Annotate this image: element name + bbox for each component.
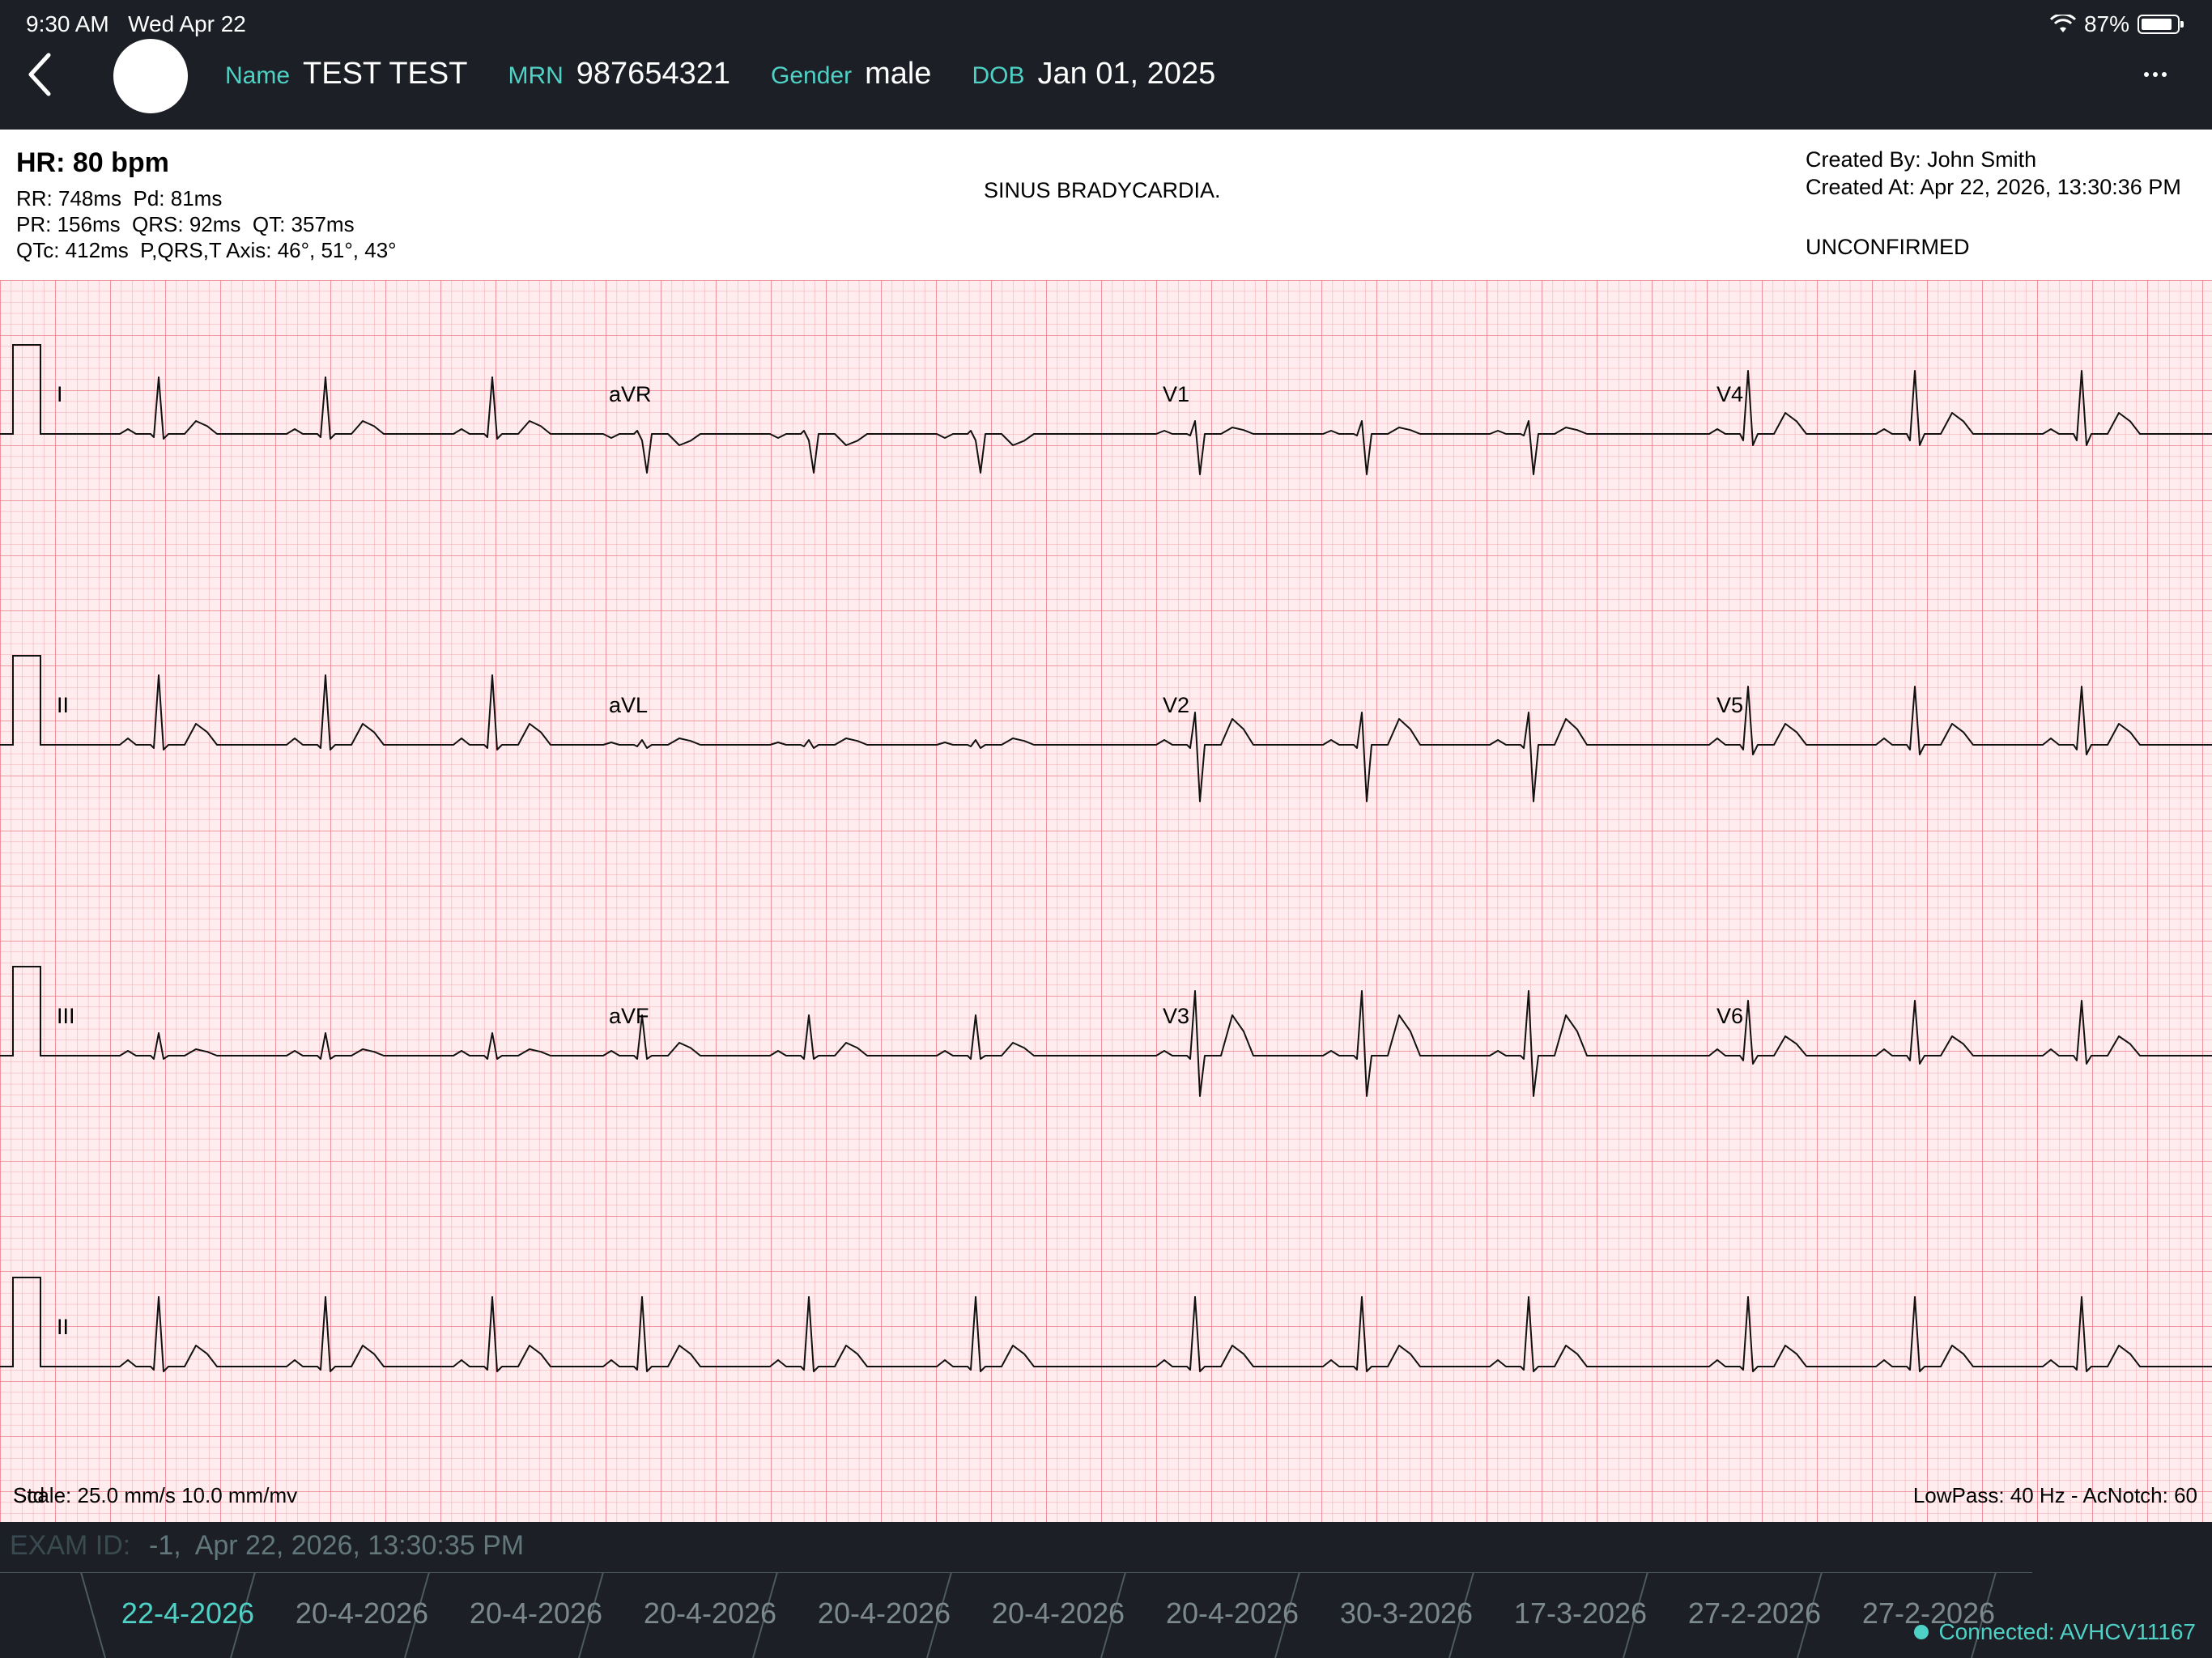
lead-label: V1	[1163, 382, 1190, 406]
tab-exam-date[interactable]: 20-4-2026	[1147, 1596, 1317, 1630]
dob-label: DOB	[972, 62, 1025, 89]
created-at: Created At: Apr 22, 2026, 13:30:36 PM	[1806, 175, 2181, 199]
filter-info: LowPass: 40 Hz - AcNotch: 60	[1912, 1483, 2197, 1507]
interpretation: SINUS BRADYCARDIA.	[984, 178, 1221, 202]
status-time: 9:30 AM Wed Apr 22	[26, 11, 246, 37]
patient-gender: male	[865, 57, 932, 91]
battery-icon	[2138, 15, 2184, 34]
lead-label: aVR	[609, 382, 652, 406]
measurements-line-3: QTc: 412ms P,QRS,T Axis: 46°, 51°, 43°	[16, 238, 397, 262]
lead-label: III	[57, 1004, 75, 1028]
exam-id-label: EXAM ID:	[10, 1530, 131, 1561]
patient-dob: Jan 01, 2025	[1037, 57, 1216, 91]
measurements-line-2: PR: 156ms QRS: 92ms QT: 357ms	[16, 212, 355, 236]
status-date: Wed Apr 22	[128, 11, 246, 36]
battery-percent: 87%	[2083, 11, 2129, 36]
lead-label: V5	[1716, 693, 1744, 717]
exam-id-value: -1, Apr 22, 2026, 13:30:35 PM	[149, 1530, 525, 1561]
confirmation-status: UNCONFIRMED	[1806, 235, 1970, 259]
tab-exam-date[interactable]: 20-4-2026	[451, 1596, 621, 1630]
tab-exam-date[interactable]: 17-3-2026	[1495, 1596, 1665, 1630]
created-by: Created By: John Smith	[1806, 147, 2037, 172]
top-bar: 9:30 AM Wed Apr 22 87% Name TEST TEST MR…	[0, 0, 2212, 130]
patient-mrn: 987654321	[576, 57, 730, 91]
exam-info-bar: EXAM ID: -1, Apr 22, 2026, 13:30:35 PM	[0, 1522, 2212, 1572]
lead-label: V6	[1716, 1004, 1744, 1028]
lead-label: V2	[1163, 693, 1190, 717]
tab-exam-date[interactable]: 22-4-2026	[103, 1596, 273, 1630]
patient-header: Name TEST TEST MRN 987654321 Gender male…	[225, 57, 1256, 91]
mrn-label: MRN	[508, 62, 564, 89]
measurements-line-1: RR: 748ms Pd: 81ms	[16, 186, 223, 210]
lead-label: I	[57, 382, 63, 406]
exam-history-tabs: 22-4-2026 20-4-2026 20-4-2026 20-4-2026 …	[0, 1572, 2212, 1658]
connection-label: Connected: AVHCV11167	[1938, 1619, 2196, 1644]
tab-exam-date[interactable]: 20-4-2026	[799, 1596, 969, 1630]
more-options-icon[interactable]	[2144, 66, 2172, 77]
connection-dot-icon	[1914, 1625, 1929, 1639]
gender-label: Gender	[771, 62, 853, 89]
tab-exam-date[interactable]: 27-2-2026	[1670, 1596, 1840, 1630]
connection-status: Connected: AVHCV11167	[1914, 1619, 2196, 1645]
tab-exam-date[interactable]: 30-3-2026	[1321, 1596, 1491, 1630]
lead-label: II	[57, 693, 70, 717]
tab-exam-date[interactable]: 20-4-2026	[625, 1596, 795, 1630]
ecg-waveform-canvas	[0, 280, 2212, 1522]
ecg-grid[interactable]: I aVR V1 V4 II aVL V2 V5 III aVF V3 V6 I…	[0, 280, 2212, 1522]
wifi-icon	[2049, 15, 2076, 32]
report-summary: HR: 80 bpm RR: 748ms Pd: 81ms PR: 156ms …	[0, 130, 2212, 280]
status-indicators: 87%	[2049, 11, 2184, 37]
status-clock: 9:30 AM	[26, 11, 109, 36]
scale-info: Scale: 25.0 mm/s 10.0 mm/mv	[13, 1483, 298, 1507]
lead-label: V4	[1716, 382, 1744, 406]
avatar[interactable]	[113, 39, 188, 113]
back-chevron-icon[interactable]	[19, 50, 60, 99]
tab-exam-date[interactable]: 20-4-2026	[973, 1596, 1143, 1630]
grid-background	[0, 280, 2212, 1522]
lead-label: aVL	[609, 693, 649, 717]
lead-label: V3	[1163, 1004, 1190, 1028]
lead-label: aVF	[609, 1004, 649, 1028]
lead-label: II	[57, 1315, 70, 1339]
name-label: Name	[225, 62, 291, 89]
patient-name: TEST TEST	[303, 57, 468, 91]
tab-exam-date[interactable]: 20-4-2026	[277, 1596, 447, 1630]
heart-rate: HR: 80 bpm	[16, 147, 169, 178]
